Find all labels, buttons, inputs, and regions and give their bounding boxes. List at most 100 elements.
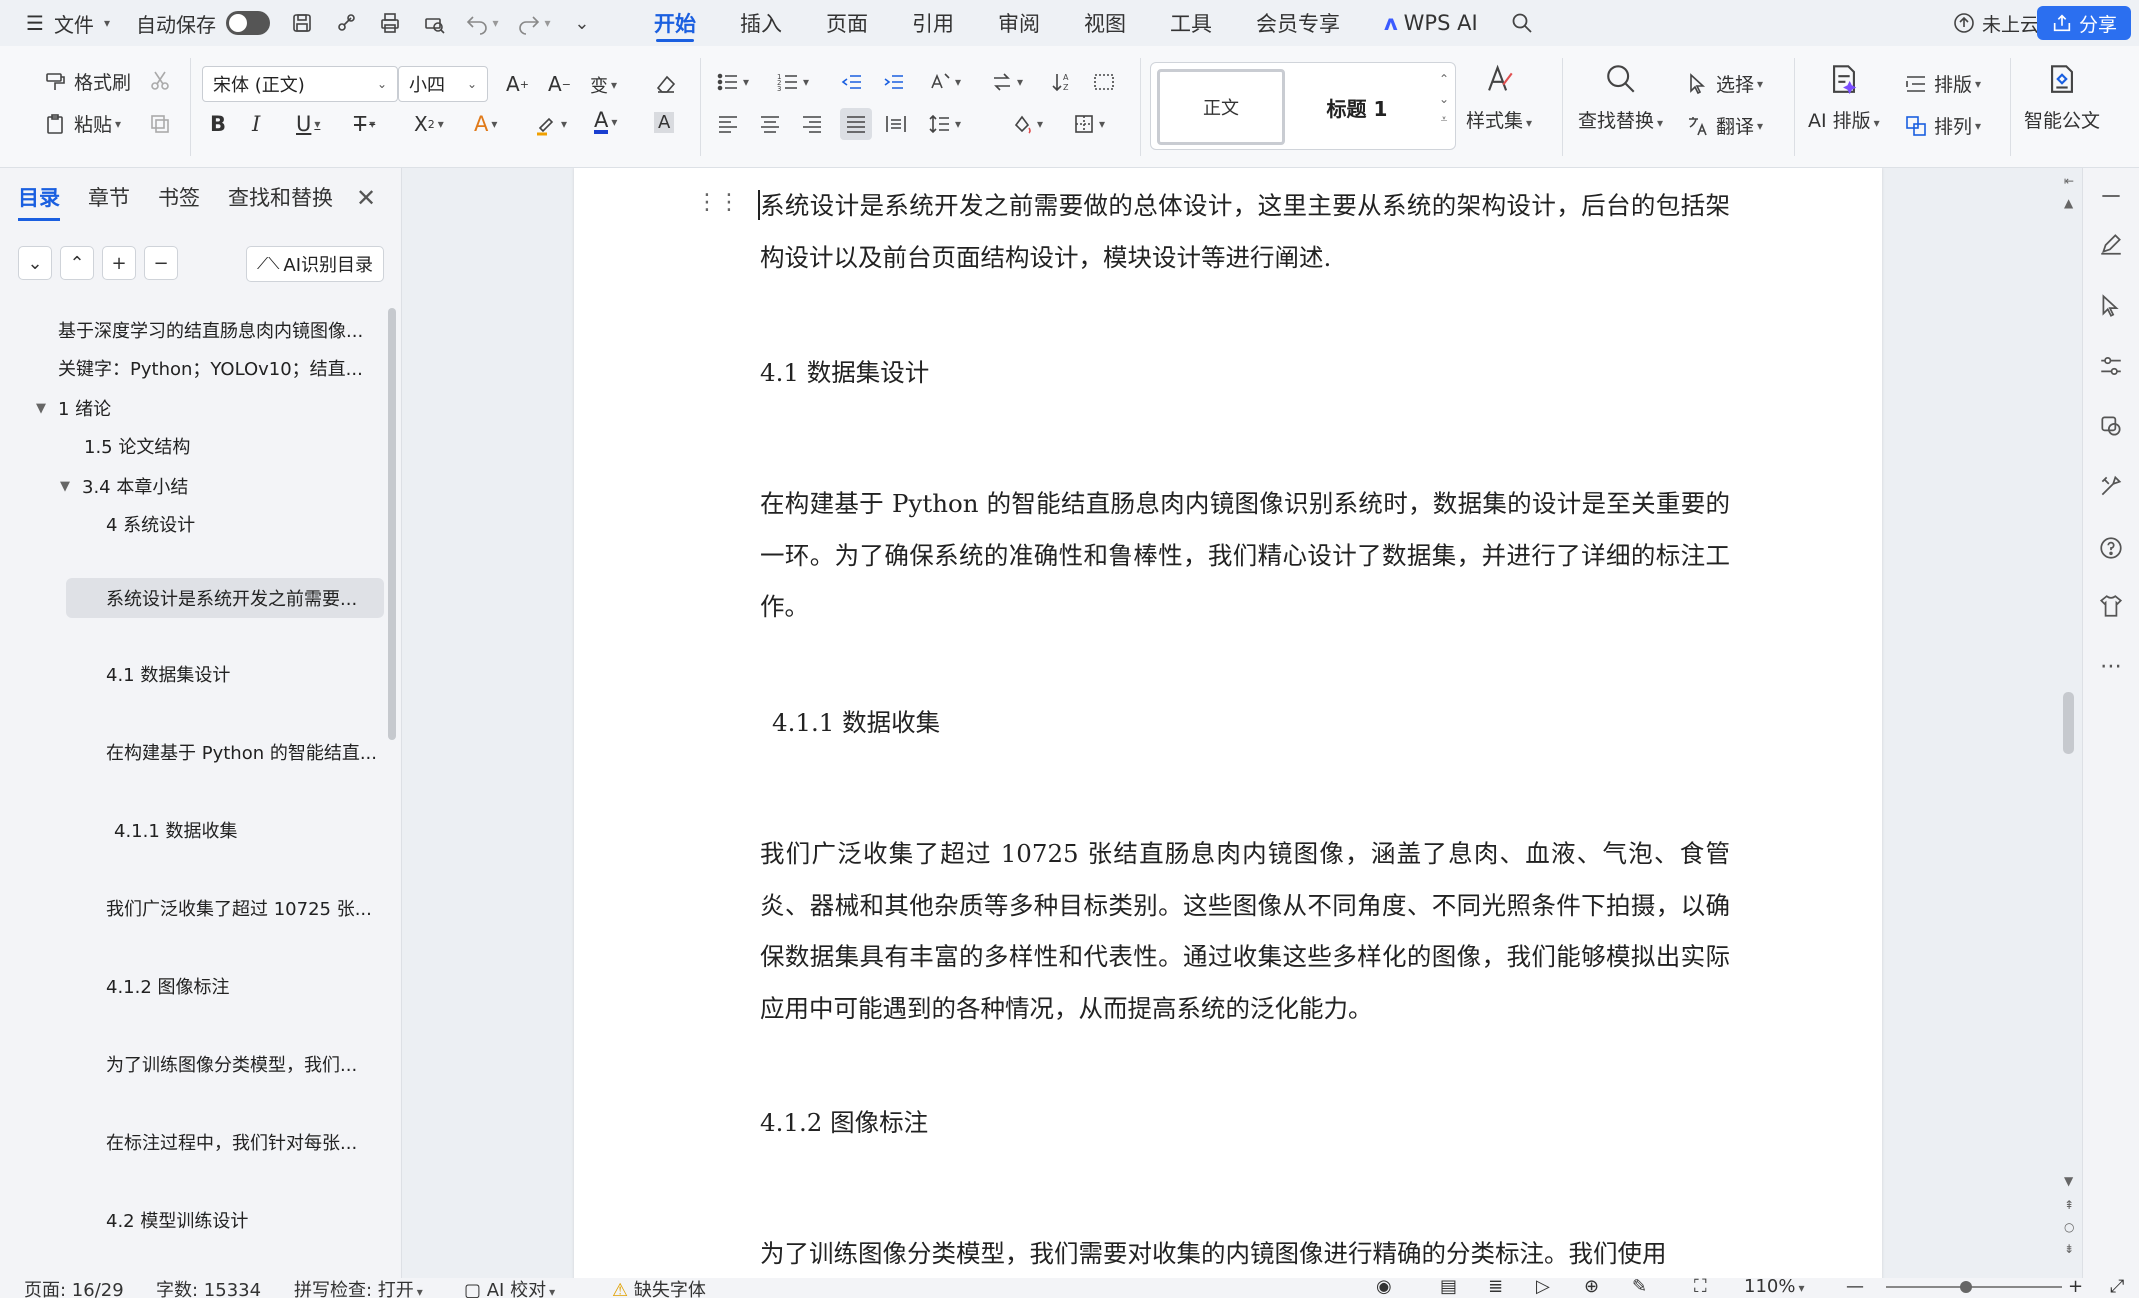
print-icon[interactable]	[368, 0, 412, 46]
shading-icon[interactable]: ▾	[1010, 112, 1043, 136]
char-shading-button[interactable]: A	[654, 112, 675, 133]
outline-view-icon[interactable]: ≣	[1488, 1278, 1503, 1297]
search-icon[interactable]	[1500, 0, 1544, 46]
format-painter-button[interactable]: 格式刷	[44, 68, 131, 95]
zoom-slider-thumb[interactable]	[1960, 1281, 1972, 1293]
document-scrollbar[interactable]: ⇤ ▲ ▼ ⇞ ○ ⇟	[2058, 168, 2080, 1278]
bullet-list-icon[interactable]: ▾	[716, 70, 749, 94]
bold-button[interactable]: B	[210, 112, 226, 136]
paragraph-dataset[interactable]: 在构建基于 Python 的智能结直肠息肉内镜图像识别系统时，数据集的设计是至关…	[760, 478, 1730, 633]
zoom-level[interactable]: 110% ▾	[1744, 1278, 1805, 1297]
tools-icon[interactable]	[2097, 472, 2125, 500]
copy-icon[interactable]	[148, 112, 172, 136]
fullscreen-icon[interactable]: ⤢	[2110, 1278, 2124, 1297]
save-icon[interactable]	[280, 0, 324, 46]
cut-icon[interactable]	[148, 68, 172, 92]
tab-reference[interactable]: 引用	[890, 0, 976, 46]
print-preview-icon[interactable]	[412, 0, 456, 46]
missing-font-warning[interactable]: ⚠ 缺失字体	[612, 1278, 706, 1298]
pen-edit-icon[interactable]	[2097, 230, 2125, 258]
tab-tools[interactable]: 工具	[1148, 0, 1234, 46]
fit-page-icon[interactable]: ⛶	[1694, 1278, 1707, 1297]
numbered-list-icon[interactable]: 1 2 3 ▾	[776, 70, 809, 94]
select-button[interactable]: 选择 ▾	[1686, 70, 1763, 97]
show-marks-icon[interactable]	[1092, 70, 1116, 94]
increase-indent-icon[interactable]	[882, 70, 906, 94]
expand-triangle-icon[interactable]: ▼	[60, 479, 70, 494]
toc-item[interactable]: 在构建基于 Python 的智能结直...	[106, 736, 382, 768]
document-page[interactable]: ⋮⋮ 系统设计是系统开发之前需要做的总体设计，这里主要从系统的架构设计，后台的包…	[574, 168, 1882, 1278]
layout-button[interactable]: 排版 ▾	[1904, 70, 1981, 97]
toc-item[interactable]: 基于深度学习的结直肠息肉内镜图像...	[58, 314, 376, 346]
close-icon[interactable]: ✕	[356, 184, 376, 212]
tab-review[interactable]: 审阅	[976, 0, 1062, 46]
skin-shirt-icon[interactable]	[2097, 592, 2125, 620]
find-replace-button[interactable]: 查找替换 ▾	[1578, 62, 1663, 133]
tab-member[interactable]: 会员专享	[1234, 0, 1362, 46]
strikethrough-button[interactable]: T ▾	[354, 112, 375, 136]
justify-icon[interactable]	[840, 108, 872, 140]
smart-doc-button[interactable]: 智能公文	[2024, 62, 2100, 133]
tab-wps-ai[interactable]: ᴧ WPS AI	[1362, 0, 1500, 46]
collapse-all-button[interactable]: ⌃	[60, 246, 94, 280]
drag-handle-icon[interactable]: ⋮⋮	[696, 192, 740, 214]
word-count[interactable]: 字数: 15334	[156, 1278, 261, 1298]
zoom-slider[interactable]	[1886, 1286, 2062, 1288]
toc-item[interactable]: 4.1.1 数据收集	[114, 814, 376, 846]
align-right-icon[interactable]	[800, 112, 824, 136]
share-link-icon[interactable]	[324, 0, 368, 46]
page-view-icon[interactable]: ▤	[1440, 1278, 1457, 1297]
toc-item[interactable]: 4.2 模型训练设计	[106, 1204, 376, 1236]
align-center-icon[interactable]	[758, 112, 782, 136]
paragraph-collection[interactable]: 我们广泛收集了超过 10725 张结直肠息肉内镜图像，涵盖了息肉、血液、气泡、食…	[760, 828, 1730, 1034]
toc-item[interactable]: 4.1 数据集设计	[106, 658, 376, 690]
zoom-in-icon[interactable]: +	[2068, 1278, 2083, 1297]
style-scroll-icon[interactable]: ⌃ ⌄ ⩡	[1439, 69, 1449, 129]
heading-4-1-2[interactable]: 4.1.2 图像标注	[760, 1104, 928, 1139]
spell-check-status[interactable]: 拼写检查: 打开 ▾	[294, 1278, 423, 1298]
tab-insert[interactable]: 插入	[718, 0, 804, 46]
toc-item[interactable]: 在标注过程中，我们针对每张...	[106, 1126, 376, 1158]
toc-item-selected[interactable]: 系统设计是系统开发之前需要...	[66, 578, 384, 618]
autosave-toggle[interactable]: 自动保存	[126, 0, 280, 46]
tab-home[interactable]: 开始	[632, 0, 718, 46]
toc-item[interactable]: 为了训练图像分类模型，我们...	[106, 1048, 376, 1080]
font-size-select[interactable]: 小四 ⌄	[398, 66, 488, 102]
superscript-button[interactable]: X 2 ▾	[414, 112, 444, 136]
ai-layout-button[interactable]: AI 排版 ▾	[1808, 62, 1880, 133]
style-normal[interactable]: 正文	[1157, 69, 1285, 145]
toc-item[interactable]: 4 系统设计	[106, 508, 376, 540]
sort-icon[interactable]: AZ	[1050, 70, 1074, 94]
collapse-panel-icon[interactable]	[2097, 182, 2125, 210]
redo-icon[interactable]: ▾	[508, 0, 560, 46]
more-options-icon[interactable]: ⋯	[2097, 652, 2125, 680]
text-direction-icon[interactable]: ▾	[928, 70, 961, 94]
italic-button[interactable]: I	[252, 112, 260, 136]
borders-icon[interactable]: ▾	[1072, 112, 1105, 136]
highlight-icon[interactable]: ▾	[534, 112, 567, 136]
sort-swap-icon[interactable]: ▾	[990, 70, 1023, 94]
add-heading-button[interactable]: +	[102, 246, 136, 280]
ai-proofread-button[interactable]: ▢ AI 校对 ▾	[464, 1278, 555, 1298]
decrease-indent-icon[interactable]	[840, 70, 864, 94]
translate-button[interactable]: 翻译 ▾	[1686, 112, 1763, 139]
nav-scrollbar[interactable]	[388, 308, 396, 740]
help-icon[interactable]	[2097, 534, 2125, 562]
style-heading1[interactable]: 标题 1	[1293, 69, 1421, 145]
font-name-select[interactable]: 宋体 (正文) ⌄	[202, 66, 398, 102]
document-scroll-thumb[interactable]	[2063, 692, 2074, 754]
play-icon[interactable]: ▷	[1536, 1278, 1550, 1297]
distributed-align-icon[interactable]	[884, 112, 908, 136]
grow-font-icon[interactable]: A +	[506, 72, 529, 96]
expand-all-button[interactable]: ⌄	[18, 246, 52, 280]
font-color-button[interactable]: A ▾	[594, 110, 617, 134]
eye-protection-icon[interactable]: ◉	[1376, 1278, 1392, 1297]
write-mode-icon[interactable]: ✎	[1632, 1278, 1647, 1297]
style-set-button[interactable]: 样式集 ▾	[1466, 62, 1532, 133]
paste-button[interactable]: 粘贴 ▾	[44, 110, 121, 137]
toggle-switch[interactable]	[225, 11, 270, 35]
phonetic-guide-icon[interactable]: 变 ▾	[590, 72, 617, 98]
tab-page[interactable]: 页面	[804, 0, 890, 46]
select-cursor-icon[interactable]	[2097, 292, 2125, 320]
remove-heading-button[interactable]: −	[144, 246, 178, 280]
